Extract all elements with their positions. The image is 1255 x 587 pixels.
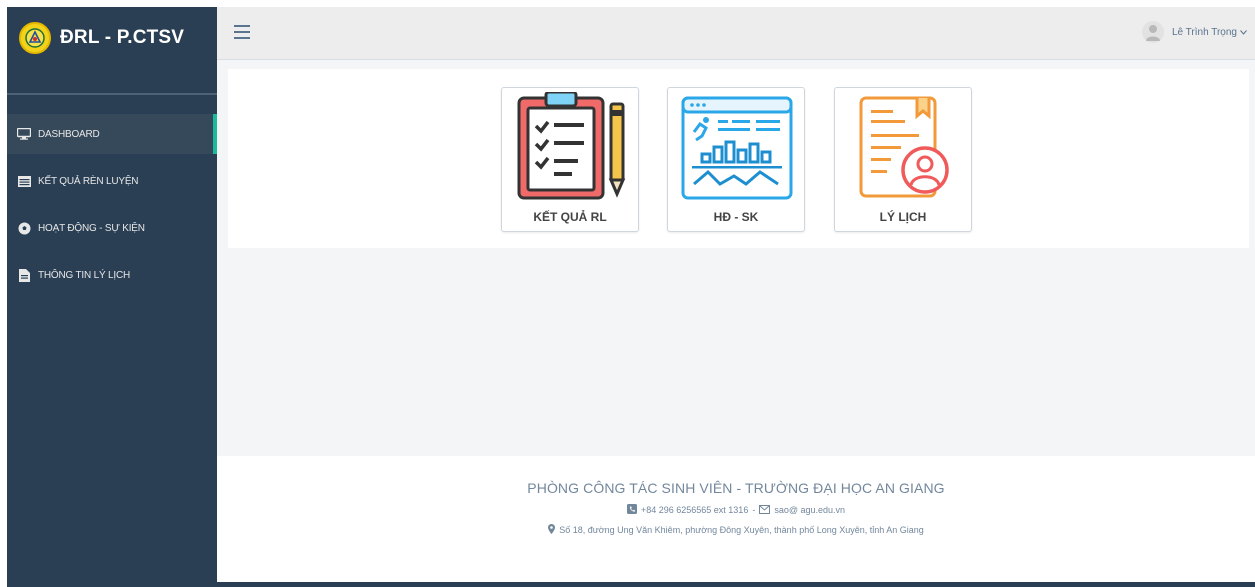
sidebar-item-label: THÔNG TIN LÝ LỊCH [38,270,130,281]
soccer-ball-icon [17,222,31,235]
hamburger-menu-icon[interactable] [234,25,250,39]
footer: PHÒNG CÔNG TÁC SINH VIÊN - TRƯỜNG ĐẠI HỌ… [217,456,1255,587]
university-logo-icon [19,22,51,54]
sidebar-item-label: KẾT QUẢ RÈN LUYỆN [38,176,139,187]
app-window: ĐRL - P.CTSV DASHBOARD KẾT QUẢ RÈN LUYỆN [7,7,1255,587]
footer-phone: +84 296 6256565 ext 1316 [640,505,749,515]
sidebar-divider [7,93,217,95]
brand[interactable]: ĐRL - P.CTSV [7,7,217,69]
sidebar: ĐRL - P.CTSV DASHBOARD KẾT QUẢ RÈN LUYỆN [7,7,217,587]
footer-separator: - [752,505,756,515]
sidebar-nav: DASHBOARD KẾT QUẢ RÈN LUYỆN HOẠT ĐỘNG - … [7,114,217,299]
sidebar-item-ket-qua-ren-luyen[interactable]: KẾT QUẢ RÈN LUYỆN [7,158,217,205]
tile-label: KẾT QUẢ RL [533,210,607,224]
tile-label: LÝ LỊCH [879,210,927,224]
user-name: Lê Trình Trọng [1171,26,1237,38]
profile-document-icon [847,92,961,204]
sidebar-item-thong-tin-ly-lich[interactable]: THÔNG TIN LÝ LỊCH [7,252,217,299]
tile-ket-qua-rl[interactable]: KẾT QUẢ RL [501,87,639,232]
avatar [1141,21,1164,43]
tile-ly-lich[interactable]: LÝ LỊCH [834,87,972,232]
desktop-icon [17,128,31,140]
top-navbar: Lê Trình Trọng [217,7,1255,60]
map-marker-icon [548,524,556,536]
sidebar-item-dashboard[interactable]: DASHBOARD [7,114,217,154]
phone-icon [626,504,637,516]
tile-hd-sk[interactable]: HĐ - SK [667,87,805,232]
brand-title: ĐRL - P.CTSV [60,27,185,48]
chevron-down-icon [1240,27,1247,38]
table-icon [17,176,31,188]
footer-title: PHÒNG CÔNG TÁC SINH VIÊN - TRƯỜNG ĐẠI HỌ… [527,480,945,496]
sidebar-item-label: HOẠT ĐỘNG - SỰ KIỆN [38,223,145,234]
tile-label: HĐ - SK [713,210,759,224]
sidebar-item-hoat-dong-su-kien[interactable]: HOẠT ĐỘNG - SỰ KIỆN [7,205,217,252]
dashboard-panel: KẾT QUẢ RL HĐ - SK LÝ LỊCH [228,69,1249,248]
file-icon [17,269,31,282]
footer-email[interactable]: sao@ agu.edu.vn [774,505,845,515]
email-icon [759,504,771,516]
footer-address-line: Số 18, đường Ung Văn Khiêm, phường Đông … [217,524,1255,536]
footer-bottom-border [217,582,1255,587]
user-menu[interactable]: Lê Trình Trọng [1141,21,1247,43]
footer-contact: +84 296 6256565 ext 1316 - sao@ agu.edu.… [217,504,1255,516]
footer-address: Số 18, đường Ung Văn Khiêm, phường Đông … [559,525,924,535]
activity-dashboard-icon [680,92,794,204]
sidebar-item-label: DASHBOARD [38,128,100,140]
clipboard-checklist-icon [514,90,628,204]
